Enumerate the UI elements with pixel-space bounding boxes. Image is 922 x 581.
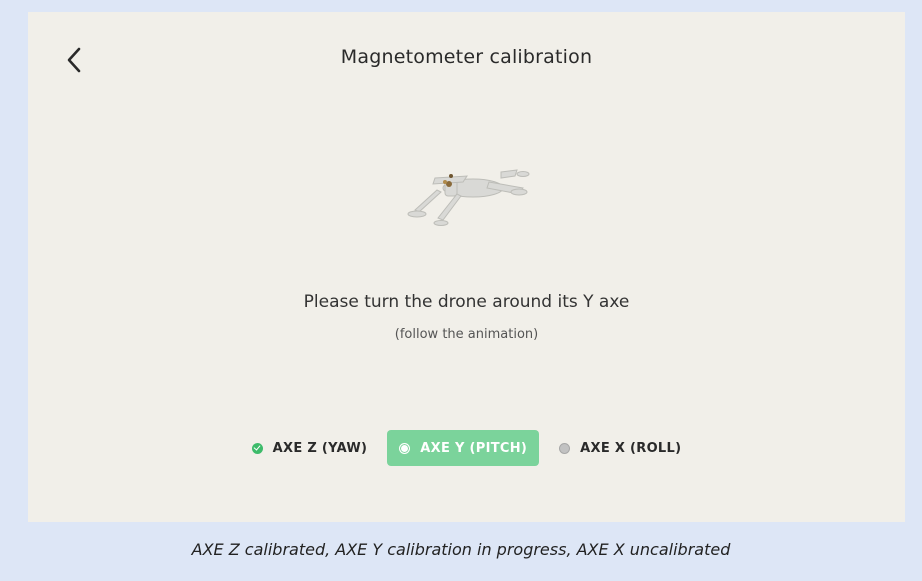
page-title: Magnetometer calibration [340, 46, 593, 68]
drone-animation-icon [407, 169, 530, 226]
axis-status-y: AXE Y (PITCH) [387, 430, 540, 466]
check-circle-icon [251, 442, 263, 454]
instruction-hint: (follow the animation) [394, 327, 539, 342]
calibration-screen: Magnetometer calibration Please turn the… [28, 12, 905, 522]
axis-label: AXE Z (YAW) [272, 440, 368, 456]
axis-status-z: AXE Z (YAW) [240, 430, 380, 466]
circle-outline-icon [399, 442, 411, 454]
axis-status-list: AXE Z (YAW) AXE Y (PITCH) AXE X (ROLL) [28, 430, 905, 466]
figure-caption: AXE Z calibrated, AXE Y calibration in p… [191, 540, 731, 559]
circle-grey-icon [559, 442, 571, 454]
instruction-text: Please turn the drone around its Y axe [303, 292, 630, 312]
axis-label: AXE X (ROLL) [580, 440, 682, 456]
axis-label: AXE Y (PITCH) [420, 440, 528, 456]
axis-status-x: AXE X (ROLL) [547, 430, 693, 466]
